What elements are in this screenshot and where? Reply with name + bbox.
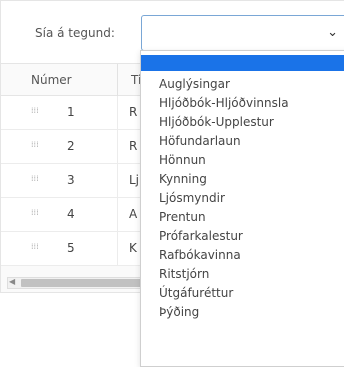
drag-handle-icon[interactable]: ⁞⁞⁞	[31, 175, 39, 183]
cell-divider	[117, 232, 118, 266]
cell-divider	[117, 130, 118, 164]
dropdown-option[interactable]: Rafbókavinna	[141, 246, 344, 265]
cell-divider	[117, 198, 118, 232]
dropdown-option[interactable]: Hljóðbók-Hljóðvinnsla	[141, 94, 344, 113]
drag-handle-icon[interactable]: ⁞⁞⁞	[31, 141, 39, 149]
dropdown-option[interactable]: Kynning	[141, 170, 344, 189]
row-number: 5	[67, 241, 75, 255]
dropdown-option[interactable]: Ljósmyndir	[141, 189, 344, 208]
row-number: 4	[67, 207, 75, 221]
row-number: 3	[67, 173, 75, 187]
column-divider[interactable]	[117, 64, 118, 96]
row-title: A	[129, 207, 138, 221]
dropdown-option[interactable]: Hönnun	[141, 151, 344, 170]
row-title: K	[129, 241, 137, 255]
filter-label: Sía á tegund:	[35, 26, 115, 40]
scroll-left-icon[interactable]: ◀	[9, 277, 15, 286]
dropdown-option[interactable]: Auglýsingar	[141, 75, 344, 94]
dropdown-option[interactable]: Höfundarlaun	[141, 132, 344, 151]
row-title: R	[129, 105, 138, 119]
row-title: Lj	[129, 173, 140, 187]
row-number: 2	[67, 139, 75, 153]
dropdown-options: Auglýsingar Hljóðbók-Hljóðvinnsla Hljóðb…	[141, 75, 344, 322]
dropdown-option[interactable]: Ritstjórn	[141, 265, 344, 284]
chevron-down-icon: ⌄	[327, 25, 338, 40]
cell-divider	[117, 96, 118, 130]
category-dropdown-list: Auglýsingar Hljóðbók-Hljóðvinnsla Hljóðb…	[140, 50, 344, 367]
dropdown-option-empty-selected[interactable]	[141, 55, 344, 71]
row-number: 1	[67, 105, 75, 119]
column-header-number[interactable]: Númer	[31, 73, 72, 87]
dropdown-option[interactable]: Prentun	[141, 208, 344, 227]
category-select[interactable]: ⌄	[141, 15, 344, 51]
drag-handle-icon[interactable]: ⁞⁞⁞	[31, 209, 39, 217]
dropdown-option[interactable]: Þýðing	[141, 303, 344, 322]
dropdown-option[interactable]: Útgáfuréttur	[141, 284, 344, 303]
cell-divider	[117, 164, 118, 198]
drag-handle-icon[interactable]: ⁞⁞⁞	[31, 107, 39, 115]
drag-handle-icon[interactable]: ⁞⁞⁞	[31, 243, 39, 251]
row-title: R	[129, 139, 138, 153]
scrollbar-thumb[interactable]	[21, 279, 149, 287]
dropdown-option[interactable]: Hljóðbók-Upplestur	[141, 113, 344, 132]
dropdown-option[interactable]: Prófarkalestur	[141, 227, 344, 246]
